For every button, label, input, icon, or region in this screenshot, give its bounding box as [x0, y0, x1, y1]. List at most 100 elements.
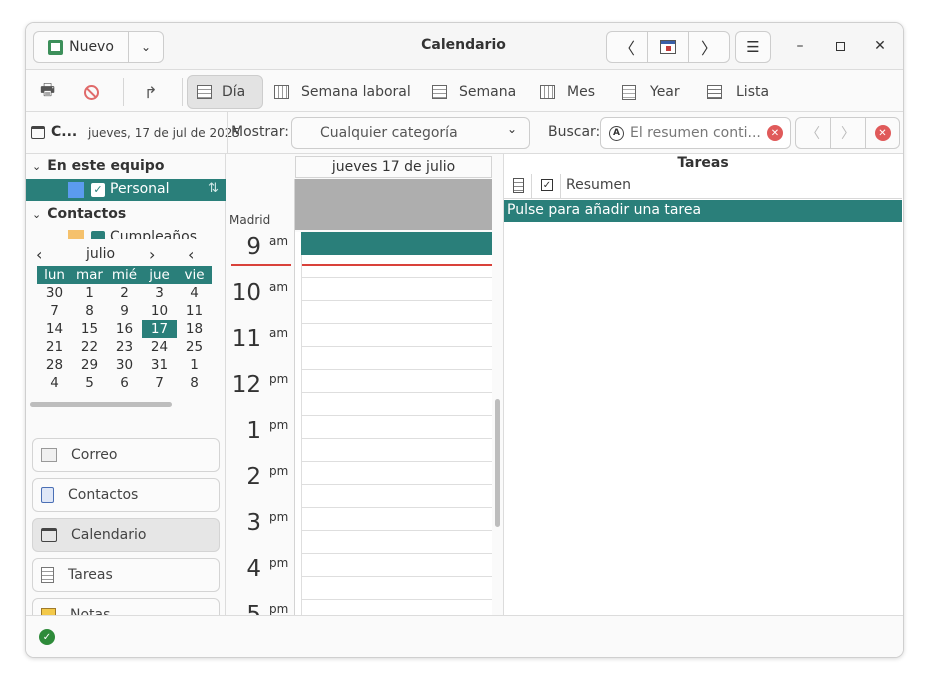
day-cell[interactable]: 29	[72, 356, 107, 374]
day-cell[interactable]: 10	[142, 302, 177, 320]
slot-row[interactable]	[301, 508, 492, 531]
view-day[interactable]: Día	[187, 75, 263, 109]
next-button[interactable]: 〉	[688, 31, 730, 63]
search-prev-button[interactable]: 〈	[795, 117, 831, 149]
day-cell[interactable]: 22	[72, 338, 107, 356]
search-clear-button[interactable]: ✕	[865, 117, 900, 149]
day-cell[interactable]: 5	[72, 374, 107, 392]
slot-row[interactable]	[301, 393, 492, 416]
new-button-label: Nuevo	[69, 39, 114, 55]
slot-row[interactable]	[301, 416, 492, 439]
day-cell[interactable]: 11	[177, 302, 212, 320]
menu-button[interactable]: ☰	[735, 31, 771, 63]
day-cell[interactable]: 30	[37, 284, 72, 302]
maximize-button[interactable]	[829, 35, 851, 57]
all-day-area[interactable]	[295, 179, 492, 230]
slot-row[interactable]	[301, 439, 492, 462]
horizontal-scrollbar[interactable]	[30, 402, 172, 407]
slot-row[interactable]	[301, 462, 492, 485]
switcher-calendar[interactable]: Calendario	[32, 518, 220, 552]
day-cell[interactable]: 7	[37, 302, 72, 320]
search-next-button[interactable]: 〉	[830, 117, 866, 149]
day-cell[interactable]: 3	[142, 284, 177, 302]
vertical-scrollbar[interactable]	[495, 399, 500, 527]
source-group-contacts[interactable]: ⌄ Contactos	[32, 206, 126, 222]
day-cell[interactable]: 18	[177, 320, 212, 338]
view-list[interactable]: Lista	[707, 75, 769, 109]
checkbox-checked-icon[interactable]: ✓	[91, 183, 105, 197]
today-button[interactable]	[647, 31, 689, 63]
slot-row[interactable]	[301, 347, 492, 370]
day-cell[interactable]: 30	[107, 356, 142, 374]
slot-row[interactable]	[301, 255, 492, 278]
calendar-selector-label[interactable]: C...	[51, 124, 77, 140]
view-week[interactable]: Semana	[432, 75, 516, 109]
category-select[interactable]: Cualquier categoría ⌄	[291, 117, 530, 149]
view-work-week-label: Semana laboral	[301, 84, 411, 100]
delete-button[interactable]	[84, 75, 99, 109]
slot-row[interactable]	[301, 324, 492, 347]
search-placeholder: El resumen conti...	[630, 125, 761, 141]
search-input[interactable]: A El resumen conti... ✕	[600, 117, 791, 149]
day-cell-today[interactable]: 17	[142, 320, 177, 338]
day-view-icon	[197, 85, 212, 99]
day-grid[interactable]	[295, 232, 492, 615]
day-cell[interactable]: 14	[37, 320, 72, 338]
switcher-tasks[interactable]: Tareas	[32, 558, 220, 592]
day-cell[interactable]: 4	[37, 374, 72, 392]
view-month[interactable]: Mes	[540, 75, 595, 109]
source-group-local[interactable]: ⌄ En este equipo	[32, 158, 164, 174]
day-cell[interactable]: 23	[107, 338, 142, 356]
slot-selected[interactable]	[301, 232, 492, 255]
day-cell[interactable]: 8	[177, 374, 212, 392]
prev-year-icon[interactable]: ‹	[188, 245, 194, 264]
day-cell[interactable]: 16	[107, 320, 142, 338]
day-cell[interactable]: 24	[142, 338, 177, 356]
slot-row[interactable]	[301, 301, 492, 324]
day-header-label: jueves 17 de julio	[331, 159, 456, 175]
day-cell[interactable]: 4	[177, 284, 212, 302]
new-button[interactable]: Nuevo	[33, 31, 129, 63]
clear-search-icon[interactable]: ✕	[767, 125, 783, 141]
minimize-button[interactable]: –	[789, 35, 811, 57]
slot-row[interactable]	[301, 531, 492, 554]
new-dropdown-button[interactable]: ⌄	[128, 31, 164, 63]
day-cell[interactable]: 8	[72, 302, 107, 320]
print-button[interactable]: 🖶	[40, 75, 55, 109]
day-cell[interactable]: 9	[107, 302, 142, 320]
slot-row[interactable]	[301, 577, 492, 600]
add-task-row[interactable]: Pulse para añadir una tarea	[504, 200, 902, 222]
view-work-week[interactable]: Semana laboral	[274, 75, 411, 109]
day-cell[interactable]: 2	[107, 284, 142, 302]
day-cell[interactable]: 31	[142, 356, 177, 374]
day-cell[interactable]: 6	[107, 374, 142, 392]
close-button[interactable]: ✕	[869, 35, 891, 57]
next-month-icon[interactable]: ›	[149, 245, 155, 264]
day-cell[interactable]: 1	[177, 356, 212, 374]
slot-row[interactable]	[301, 554, 492, 577]
day-cell[interactable]: 28	[37, 356, 72, 374]
slot-row[interactable]	[301, 600, 492, 615]
day-cell[interactable]: 1	[72, 284, 107, 302]
calendar-personal[interactable]: ✓ Personal ⇅	[26, 179, 226, 201]
switcher-contacts[interactable]: Contactos	[32, 478, 220, 512]
day-cell[interactable]: 7	[142, 374, 177, 392]
calendar-birthdays[interactable]: Cumpleaños	[26, 227, 226, 239]
day-cell[interactable]: 25	[177, 338, 212, 356]
slot-row[interactable]	[301, 278, 492, 301]
timezone-label: Madrid	[229, 213, 271, 227]
switcher-mail[interactable]: Correo	[32, 438, 220, 472]
day-cell[interactable]: 15	[72, 320, 107, 338]
day-cell[interactable]: 21	[37, 338, 72, 356]
close-icon: ✕	[874, 38, 886, 54]
completed-column-icon[interactable]: ✓	[541, 179, 553, 191]
prev-month-icon[interactable]: ‹	[36, 245, 42, 264]
view-year[interactable]: Year	[622, 75, 680, 109]
tasks-icon	[41, 567, 54, 583]
slot-row[interactable]	[301, 485, 492, 508]
switcher-calendar-label: Calendario	[71, 527, 147, 543]
previous-button[interactable]: 〈	[606, 31, 648, 63]
go-to-button[interactable]: ↱	[144, 75, 157, 109]
slot-row[interactable]	[301, 370, 492, 393]
summary-column-header[interactable]: Resumen	[566, 177, 631, 193]
